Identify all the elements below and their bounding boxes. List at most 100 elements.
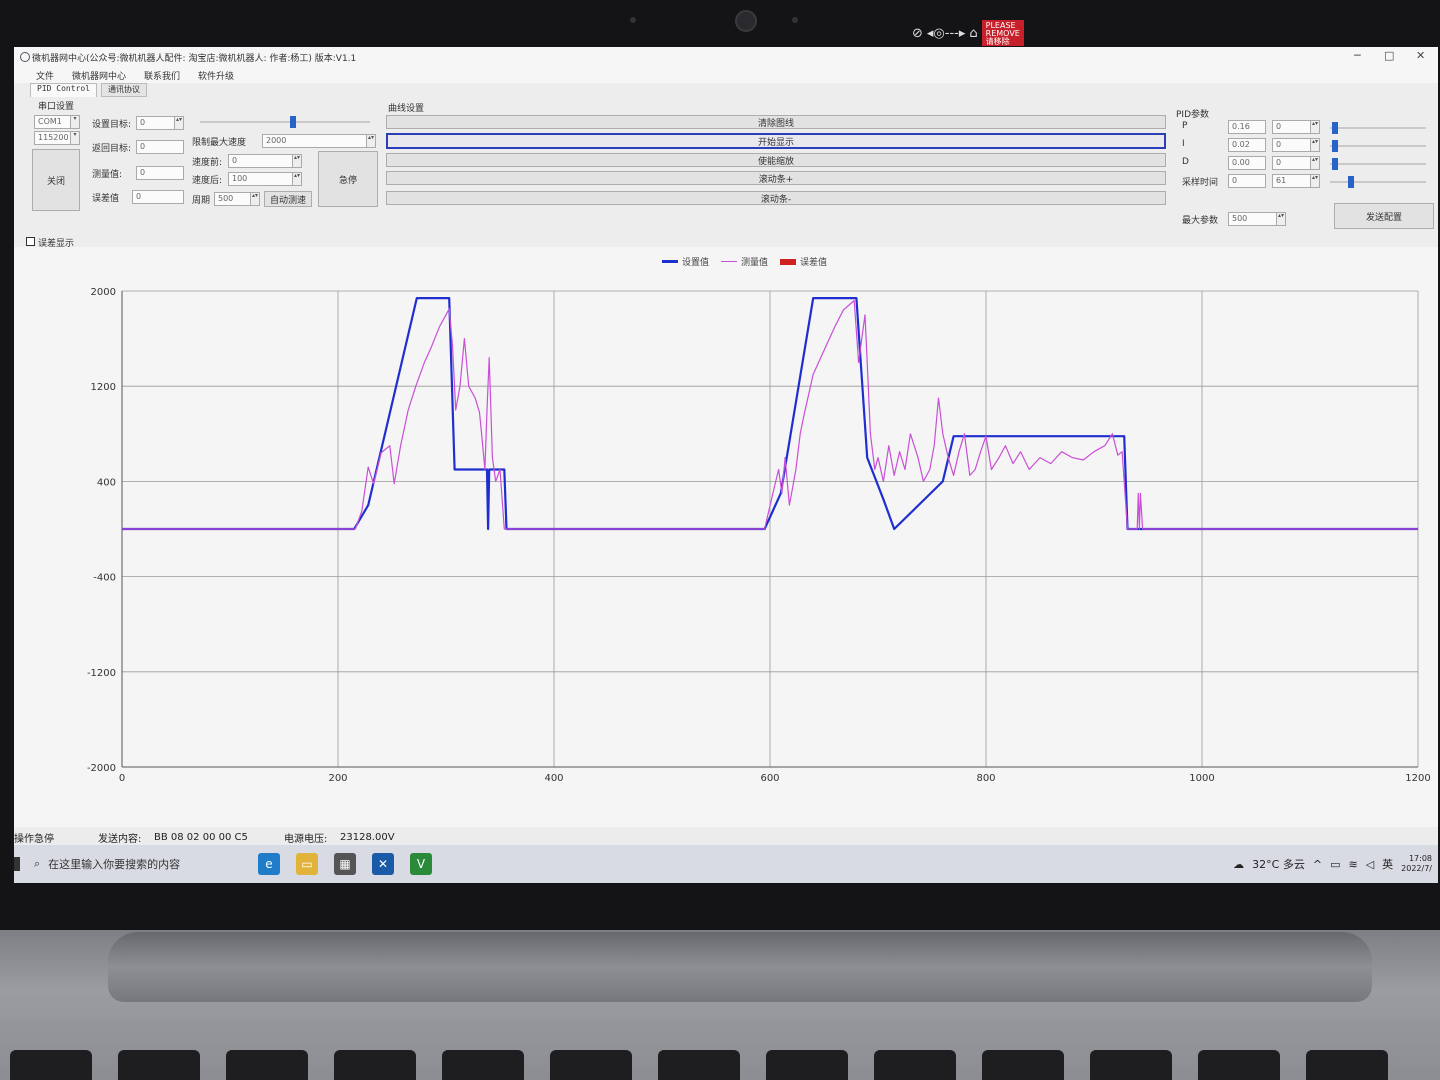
y-tick-label: -400 bbox=[93, 573, 116, 584]
pid-row-step[interactable]: 61 ▴▾ bbox=[1272, 174, 1320, 188]
error-input[interactable]: 0 bbox=[132, 190, 184, 204]
scroll-minus-button[interactable]: 滚动条- bbox=[386, 191, 1166, 205]
app-x-icon[interactable]: ✕ bbox=[372, 853, 394, 875]
calculator-icon[interactable]: ▦ bbox=[334, 853, 356, 875]
camera-icon: ⌂ bbox=[969, 25, 978, 41]
menu-upgrade[interactable]: 软件升级 bbox=[198, 69, 234, 82]
close-button[interactable]: ✕ bbox=[1416, 49, 1425, 62]
system-tray: ☁ 32°C 多云 ^ ▭ ≋ ◁ 英 17:08 2022/7/ bbox=[1233, 845, 1438, 883]
baud-select[interactable]: 115200 ▾ bbox=[34, 131, 80, 145]
volume-icon[interactable]: ◁ bbox=[1366, 858, 1374, 871]
chart-area: 设置值 测量值 误差值 2000 1200 400 -400 -1200 -2000 0 20… bbox=[14, 247, 1438, 827]
folder-icon[interactable]: ▭ bbox=[296, 853, 318, 875]
target-slider[interactable] bbox=[200, 116, 370, 128]
ime-indicator[interactable]: 英 bbox=[1382, 856, 1393, 872]
target-slider-thumb[interactable] bbox=[290, 116, 297, 128]
legend-swatch bbox=[662, 260, 678, 263]
legend-swatch bbox=[721, 261, 738, 262]
speed-before-input[interactable]: 0 ▴▾ bbox=[228, 154, 302, 168]
pid-row-value[interactable]: 0.02 bbox=[1228, 138, 1266, 152]
webcam bbox=[735, 10, 757, 32]
taskbar: ⌕ 在这里输入你要搜索的内容 e ▭ ▦ ✕ V ☁ 32°C 多云 ^ ▭ ≋… bbox=[14, 845, 1438, 883]
period-label: 周期 bbox=[192, 196, 211, 206]
keyboard-key bbox=[442, 1050, 524, 1080]
send-config-button[interactable]: 发送配置 bbox=[1334, 203, 1434, 229]
camera-off-icon: ⊘ bbox=[912, 25, 923, 41]
measured-label: 测量值: bbox=[92, 170, 123, 180]
sensor-dot bbox=[630, 17, 636, 23]
y-tick-label: 2000 bbox=[91, 287, 116, 298]
auto-tune-button[interactable]: 自动测速 bbox=[264, 191, 312, 207]
windows-start-icon[interactable] bbox=[14, 857, 20, 871]
return-target-input[interactable]: 0 bbox=[136, 140, 184, 154]
taskbar-search[interactable]: ⌕ 在这里输入你要搜索的内容 bbox=[34, 856, 250, 872]
speed-after-input[interactable]: 100 ▴▾ bbox=[228, 172, 302, 186]
keyboard-key bbox=[10, 1050, 92, 1080]
pid-row-step[interactable]: 0 ▴▾ bbox=[1272, 156, 1320, 170]
legend-item-measured: 测量值 bbox=[721, 255, 768, 268]
serial-toggle-button[interactable]: 关闭 bbox=[32, 149, 80, 211]
legend-label: 测量值 bbox=[741, 258, 769, 268]
pid-row-slider[interactable] bbox=[1330, 158, 1426, 170]
weather-text[interactable]: 32°C 多云 bbox=[1252, 856, 1305, 872]
menu-center[interactable]: 微机器网中心 bbox=[72, 69, 126, 82]
max-speed-input[interactable]: 2000 ▴▾ bbox=[262, 134, 376, 148]
wifi-icon[interactable]: ≋ bbox=[1348, 858, 1357, 871]
measured-input[interactable]: 0 bbox=[136, 166, 184, 180]
remove-tag: PLEASE REMOVE 请移除 bbox=[981, 20, 1024, 46]
pid-row-slider[interactable] bbox=[1330, 176, 1426, 188]
status-bar: 操作急停 发送内容: BB 08 02 00 00 C5 电源电压: 23128… bbox=[14, 829, 1438, 845]
privacy-sticker: ⊘ ◂◎‑‑‑▸ ⌂ PLEASE REMOVE 请移除 bbox=[912, 20, 1102, 46]
pid-row-value[interactable]: 0.00 bbox=[1228, 156, 1266, 170]
app-v-icon[interactable]: V bbox=[410, 853, 432, 875]
scroll-plus-button[interactable]: 滚动条+ bbox=[386, 171, 1166, 185]
error-display-checkbox[interactable] bbox=[26, 237, 35, 246]
keyboard-key bbox=[874, 1050, 956, 1080]
x-tick-label: 400 bbox=[544, 773, 563, 784]
battery-icon[interactable]: ▭ bbox=[1330, 858, 1340, 871]
minimize-button[interactable]: ─ bbox=[1354, 49, 1361, 62]
pid-row-step[interactable]: 0 ▴▾ bbox=[1272, 138, 1320, 152]
curve-group-label: 曲线设置 bbox=[388, 104, 425, 114]
keyboard-key bbox=[766, 1050, 848, 1080]
edge-icon[interactable]: e bbox=[258, 853, 280, 875]
keyboard-key bbox=[982, 1050, 1064, 1080]
chevron-up-icon[interactable]: ^ bbox=[1313, 858, 1322, 871]
pid-slider-thumb[interactable] bbox=[1331, 122, 1338, 134]
pid-row-slider[interactable] bbox=[1330, 140, 1426, 152]
speed-after-label: 速度后: bbox=[192, 176, 223, 186]
pid-row-value[interactable]: 0.16 bbox=[1228, 120, 1266, 134]
pid-slider-thumb[interactable] bbox=[1331, 158, 1338, 170]
period-input[interactable]: 500 ▴▾ bbox=[214, 192, 260, 206]
enable-zoom-button[interactable]: 使能缩放 bbox=[386, 153, 1166, 167]
x-tick-label: 600 bbox=[760, 773, 779, 784]
x-tick-label: 800 bbox=[976, 773, 995, 784]
legend-label: 设置值 bbox=[682, 258, 710, 268]
menu-file[interactable]: 文件 bbox=[36, 69, 54, 82]
start-display-button[interactable]: 开始显示 bbox=[386, 133, 1166, 149]
weather-icon: ☁ bbox=[1233, 857, 1245, 871]
pid-row-slider[interactable] bbox=[1330, 122, 1426, 134]
clear-curve-button[interactable]: 清除图线 bbox=[386, 115, 1166, 129]
y-tick-label: 400 bbox=[97, 477, 116, 488]
max-speed-label: 限制最大速度 bbox=[192, 138, 247, 148]
estop-button[interactable]: 急停 bbox=[318, 151, 378, 207]
port-select[interactable]: COM1 ▾ bbox=[34, 115, 80, 129]
legend-item-setpoint: 设置值 bbox=[662, 255, 709, 268]
pid-slider-thumb[interactable] bbox=[1331, 140, 1338, 152]
menu-contact[interactable]: 联系我们 bbox=[144, 69, 180, 82]
line-chart[interactable]: 2000 1200 400 -400 -1200 -20000 200 400 600 800 10… bbox=[14, 247, 1438, 827]
pid-slider-thumb[interactable] bbox=[1348, 176, 1354, 188]
tab-pid-control[interactable]: PID Control bbox=[30, 83, 97, 97]
keyboard-key bbox=[118, 1050, 200, 1080]
status-voltage-value: 23128.00V bbox=[340, 831, 395, 843]
pid-row-value[interactable]: 0 bbox=[1228, 174, 1266, 188]
maximize-button[interactable]: □ bbox=[1384, 49, 1394, 62]
pid-row-step[interactable]: 0 ▴▾ bbox=[1272, 120, 1320, 134]
max-param-input[interactable]: 500 ▴▾ bbox=[1228, 212, 1286, 226]
keyboard-top-row bbox=[0, 1050, 1440, 1080]
clock[interactable]: 17:08 2022/7/ bbox=[1401, 854, 1432, 874]
tab-protocol[interactable]: 通讯协议 bbox=[100, 83, 147, 97]
set-target-input[interactable]: 0 ▴▾ bbox=[136, 116, 184, 130]
x-tick-label: 1000 bbox=[1189, 773, 1214, 784]
